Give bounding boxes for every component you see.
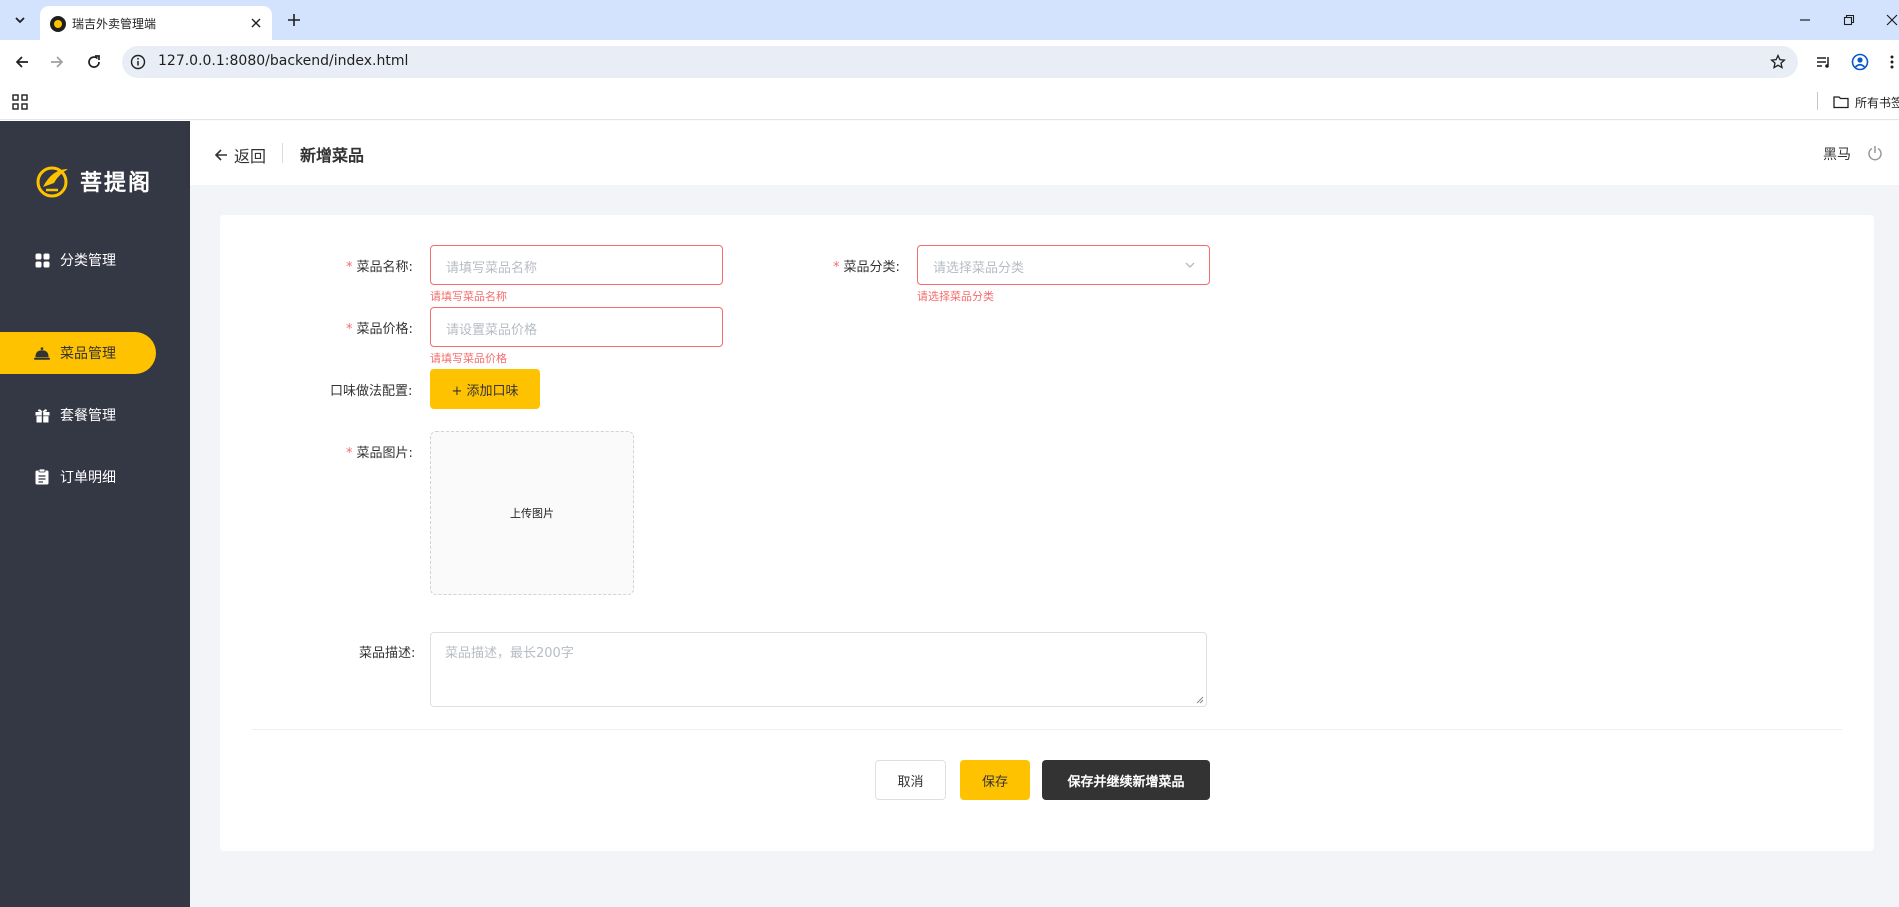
category-grid-icon bbox=[34, 252, 50, 268]
dish-cloche-icon bbox=[34, 345, 50, 361]
sidebar-item-orders[interactable]: 订单明细 bbox=[0, 456, 156, 498]
flavor-config-label: 口味做法配置: bbox=[330, 384, 413, 399]
dish-category-select[interactable]: 请选择菜品分类 bbox=[917, 245, 1210, 285]
close-window-icon[interactable] bbox=[1880, 8, 1899, 32]
dish-category-label: * 菜品分类: bbox=[833, 260, 900, 275]
save-button[interactable]: 保存 bbox=[960, 760, 1030, 800]
username: 黑马 bbox=[1823, 147, 1851, 163]
page-title: 新增菜品 bbox=[300, 146, 365, 165]
back-button[interactable]: 返回 bbox=[214, 143, 266, 167]
logout-power-icon[interactable] bbox=[1865, 143, 1885, 163]
browser-tab-strip: 瑞吉外卖管理端 bbox=[0, 0, 1899, 40]
sidebar-item-setmeal[interactable]: 套餐管理 bbox=[0, 394, 156, 436]
page-header: 返回 新增菜品 黑马 bbox=[190, 121, 1899, 185]
sidebar-item-label: 订单明细 bbox=[60, 470, 116, 486]
dish-image-label: * 菜品图片: bbox=[346, 446, 413, 461]
media-playlist-icon[interactable] bbox=[1812, 50, 1836, 74]
site-favicon-icon bbox=[50, 16, 66, 32]
forward-arrow-icon[interactable] bbox=[44, 49, 70, 75]
dish-name-label: * 菜品名称: bbox=[346, 260, 413, 275]
dish-name-input[interactable]: 请填写菜品名称 bbox=[430, 245, 723, 285]
sidebar-item-label: 分类管理 bbox=[60, 253, 116, 269]
dish-category-placeholder: 请选择菜品分类 bbox=[933, 261, 1025, 276]
profile-avatar-icon[interactable] bbox=[1848, 50, 1872, 74]
more-menu-icon[interactable] bbox=[1880, 50, 1899, 74]
dish-price-label: * 菜品价格: bbox=[346, 322, 413, 337]
form-divider bbox=[252, 729, 1842, 730]
url-text[interactable]: 127.0.0.1:8080/backend/index.html bbox=[158, 53, 408, 69]
dish-name-error: 请填写菜品名称 bbox=[430, 290, 507, 303]
all-bookmarks-folder[interactable]: 所有书签 bbox=[1833, 92, 1899, 112]
address-bar[interactable]: 127.0.0.1:8080/backend/index.html bbox=[122, 46, 1798, 78]
apps-grid-icon[interactable] bbox=[10, 92, 30, 112]
sidebar-item-dish[interactable]: 菜品管理 bbox=[0, 332, 156, 374]
dish-description-label: 菜品描述: bbox=[359, 646, 416, 661]
site-info-icon[interactable] bbox=[130, 54, 146, 70]
sidebar-item-category[interactable]: 分类管理 bbox=[0, 239, 156, 281]
dish-price-placeholder: 请设置菜品价格 bbox=[446, 323, 538, 338]
dish-price-input[interactable]: 请设置菜品价格 bbox=[430, 307, 723, 347]
clipboard-order-icon bbox=[34, 469, 50, 485]
back-arrow-icon[interactable] bbox=[9, 49, 35, 75]
sidebar-item-label: 菜品管理 bbox=[60, 346, 116, 362]
tab-search-chevron-icon[interactable] bbox=[8, 8, 32, 32]
bookmark-star-icon[interactable] bbox=[1768, 52, 1788, 72]
folder-icon bbox=[1833, 96, 1849, 109]
back-arrow-icon bbox=[214, 149, 227, 161]
sidebar: 菩提阁 分类管理 菜品管理 套餐管理 订单明细 bbox=[0, 121, 190, 907]
header-divider bbox=[282, 143, 283, 163]
back-label: 返回 bbox=[234, 147, 267, 166]
logo-text: 菩提阁 bbox=[80, 170, 153, 196]
dish-description-placeholder: 菜品描述，最长200字 bbox=[445, 646, 574, 661]
new-tab-plus-icon[interactable] bbox=[282, 8, 306, 32]
image-upload-area[interactable]: 上传图片 bbox=[430, 431, 634, 595]
save-and-continue-button[interactable]: 保存并继续新增菜品 bbox=[1042, 760, 1210, 800]
resize-handle-icon[interactable] bbox=[1196, 696, 1204, 704]
close-tab-icon[interactable] bbox=[248, 15, 264, 31]
minimize-window-icon[interactable] bbox=[1793, 8, 1817, 32]
bookmarks-divider bbox=[1817, 92, 1818, 110]
dish-name-placeholder: 请填写菜品名称 bbox=[446, 261, 538, 276]
bookmark-folder-label: 所有书签 bbox=[1855, 95, 1899, 110]
dish-form-card: * 菜品名称: 请填写菜品名称 请填写菜品名称 * 菜品分类: 请选择菜品分类 请选… bbox=[220, 215, 1874, 851]
bookmarks-bar: 所有书签 bbox=[0, 84, 1899, 120]
browser-toolbar: 127.0.0.1:8080/backend/index.html bbox=[0, 40, 1899, 84]
sidebar-item-label: 套餐管理 bbox=[60, 408, 116, 424]
add-flavor-button[interactable]: + 添加口味 bbox=[430, 369, 540, 409]
browser-tab-title: 瑞吉外卖管理端 bbox=[72, 17, 157, 31]
dish-price-error: 请填写菜品价格 bbox=[430, 352, 507, 365]
browser-tab[interactable]: 瑞吉外卖管理端 bbox=[40, 6, 272, 40]
cancel-button[interactable]: 取消 bbox=[875, 760, 946, 800]
dish-category-error: 请选择菜品分类 bbox=[917, 290, 994, 303]
app-logo: 菩提阁 bbox=[34, 163, 152, 199]
restore-window-icon[interactable] bbox=[1837, 8, 1861, 32]
dish-description-textarea[interactable]: 菜品描述，最长200字 bbox=[430, 632, 1207, 707]
gift-package-icon bbox=[34, 407, 50, 423]
reload-icon[interactable] bbox=[81, 49, 107, 75]
chevron-down-icon bbox=[1185, 262, 1195, 268]
logo-mark-icon bbox=[36, 166, 68, 198]
